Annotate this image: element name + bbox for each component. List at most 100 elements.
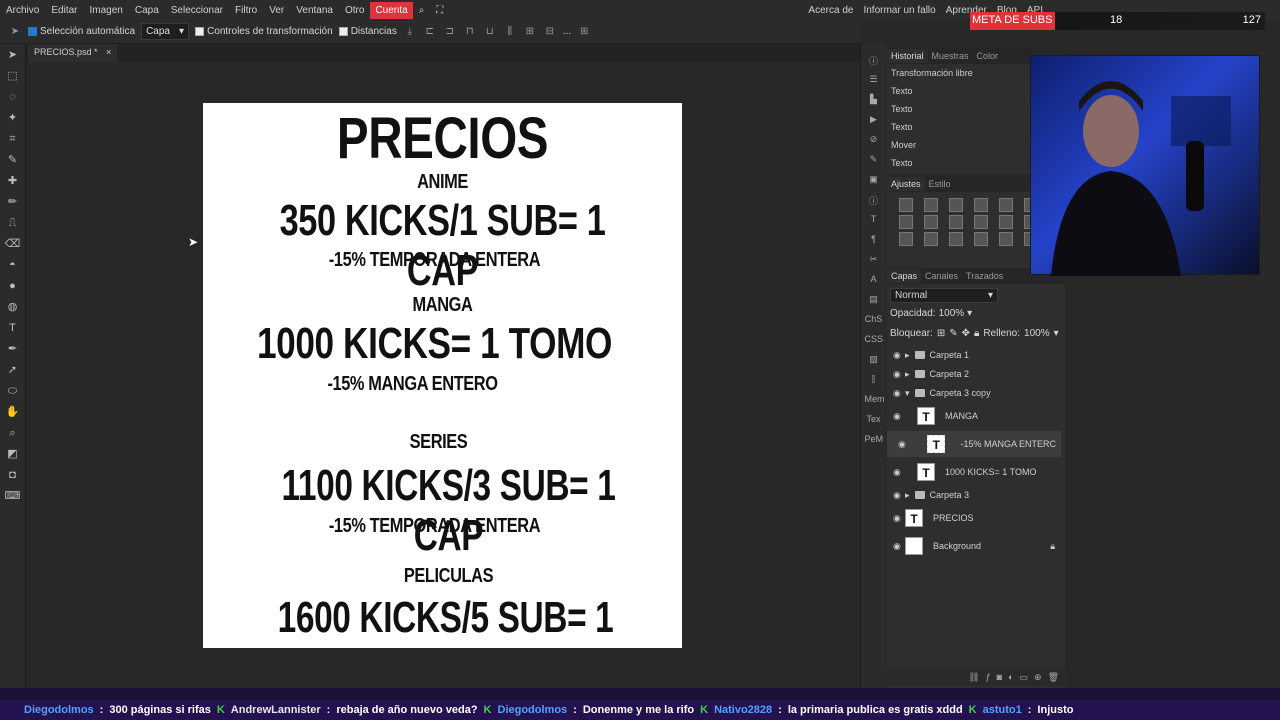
- opacity-value[interactable]: 100%: [939, 308, 965, 319]
- tab-history[interactable]: Historial: [887, 49, 928, 63]
- tab-layers[interactable]: Capas: [887, 269, 922, 283]
- vibrance-icon[interactable]: [999, 198, 1013, 212]
- path-select-icon[interactable]: ➚: [5, 363, 21, 377]
- type-tool-icon[interactable]: T: [5, 321, 21, 335]
- crop-tool-icon[interactable]: ⌗: [5, 132, 21, 146]
- layer-row[interactable]: ◉ ▸ Carpeta 2: [887, 365, 1061, 383]
- tab-adjustments[interactable]: Ajustes: [887, 177, 925, 191]
- menu-archivo[interactable]: Archivo: [0, 5, 45, 16]
- channel-mixer-icon[interactable]: [974, 215, 988, 229]
- menu-editar[interactable]: Editar: [45, 5, 83, 16]
- expand-icon[interactable]: ▸: [905, 369, 910, 380]
- invert-icon[interactable]: [999, 215, 1013, 229]
- trash-icon[interactable]: 🗑︎: [1048, 672, 1059, 683]
- menu-capa[interactable]: Capa: [129, 5, 165, 16]
- menu-about[interactable]: Acerca de: [803, 5, 858, 16]
- lock-pixels-icon[interactable]: ⊞: [937, 328, 945, 339]
- eye-icon[interactable]: ◉: [898, 439, 910, 450]
- eye-icon[interactable]: ◉: [893, 369, 905, 380]
- collapse-icon[interactable]: ▾: [905, 388, 910, 399]
- threshold-icon[interactable]: [899, 232, 913, 246]
- eye-icon[interactable]: ◉: [893, 541, 905, 552]
- keyboard-icon[interactable]: ⌨: [5, 489, 21, 503]
- healing-icon[interactable]: ✚: [5, 174, 21, 188]
- chs-label[interactable]: ChS: [865, 314, 883, 328]
- color-swatch-icon[interactable]: ◩: [5, 447, 21, 461]
- menu-ver[interactable]: Ver: [263, 5, 290, 16]
- layer-row[interactable]: ◉ T 1000 KICKS= 1 TOMO: [887, 460, 1061, 484]
- auto-select-checkbox[interactable]: Selección automática: [28, 26, 135, 37]
- info2-icon[interactable]: ⓘ: [865, 194, 883, 208]
- lock-move-icon[interactable]: ✥: [962, 328, 970, 339]
- layer-row[interactable]: ◉ Background 🔒︎: [887, 534, 1061, 558]
- menu-cuenta[interactable]: Cuenta: [370, 1, 413, 19]
- effects-icon[interactable]: ƒ: [986, 672, 991, 682]
- tab-style[interactable]: Estilo: [925, 177, 955, 191]
- brush-icon[interactable]: ✏: [5, 195, 21, 209]
- eye-icon[interactable]: ◉: [893, 388, 905, 399]
- pen-tool-icon[interactable]: ✒: [5, 342, 21, 356]
- align-icon[interactable]: ⫿: [865, 374, 883, 388]
- menu-otro[interactable]: Otro: [339, 5, 370, 16]
- search-icon[interactable]: ⌕: [413, 5, 431, 16]
- play-icon[interactable]: ▶: [865, 114, 883, 128]
- layer-select[interactable]: Capa ▾: [141, 23, 190, 40]
- document-tab[interactable]: PRECIOS.psd * ×: [28, 44, 118, 62]
- layer-row[interactable]: ◉ ▸ Carpeta 3: [887, 486, 1061, 504]
- eye-icon[interactable]: ◉: [893, 411, 905, 422]
- brush-panel-icon[interactable]: ✎: [865, 154, 883, 168]
- gradient-map-icon[interactable]: [924, 232, 938, 246]
- css-label[interactable]: CSS: [865, 334, 884, 348]
- stamp-icon[interactable]: ⎍: [5, 216, 21, 230]
- close-icon[interactable]: ×: [106, 47, 111, 57]
- distances-checkbox[interactable]: Distancias: [338, 26, 397, 37]
- fullscreen-icon[interactable]: ⛶: [430, 5, 449, 16]
- brightness-icon[interactable]: [899, 198, 913, 212]
- align-middle-icon[interactable]: ⊔: [483, 26, 497, 38]
- distribute-icon[interactable]: ⫼: [503, 26, 517, 38]
- balance-icon[interactable]: [899, 215, 913, 229]
- mask-icon[interactable]: ◙: [997, 672, 1002, 682]
- lock-brush-icon[interactable]: ✎: [949, 328, 957, 339]
- dodge-icon[interactable]: ◍: [5, 300, 21, 314]
- layers-panel-icon[interactable]: ▣: [865, 174, 883, 188]
- photo-filter-icon[interactable]: [949, 215, 963, 229]
- adjust-layer-icon[interactable]: ◐: [1008, 672, 1013, 682]
- grid-icon[interactable]: ⊞: [577, 26, 591, 38]
- levels-icon[interactable]: [924, 198, 938, 212]
- eye-icon[interactable]: ◉: [893, 513, 905, 524]
- menu-ventana[interactable]: Ventana: [290, 5, 339, 16]
- layer-row-selected[interactable]: ◉ T -15% MANGA ENTERC: [887, 431, 1061, 457]
- tab-channels[interactable]: Canales: [921, 269, 962, 283]
- menu-filtro[interactable]: Filtro: [229, 5, 263, 16]
- pem-label[interactable]: PeM: [865, 434, 884, 448]
- exposure-icon[interactable]: [974, 198, 988, 212]
- info-icon[interactable]: ⓘ: [865, 54, 883, 68]
- layer-row[interactable]: ◉ T PRECIOS: [887, 506, 1061, 530]
- mem-label[interactable]: Mem: [865, 394, 885, 408]
- menu-imagen[interactable]: Imagen: [83, 5, 128, 16]
- histogram-icon[interactable]: ▙: [865, 94, 883, 108]
- character-icon[interactable]: T: [865, 214, 883, 228]
- fill-value[interactable]: 100%: [1024, 328, 1050, 339]
- new-layer-icon[interactable]: ⊕: [1034, 672, 1042, 683]
- document-canvas[interactable]: PRECIOS ANIME 350 KICKS/1 SUB= 1 CAP -15…: [203, 103, 682, 648]
- curves-icon[interactable]: [949, 198, 963, 212]
- link-icon[interactable]: ⛓: [968, 672, 979, 683]
- tab-swatches[interactable]: Muestras: [928, 49, 973, 63]
- download-icon[interactable]: ⤓: [403, 26, 417, 38]
- blend-mode-select[interactable]: Normal ▾: [890, 288, 998, 303]
- quick-mask-icon[interactable]: ◘: [5, 468, 21, 482]
- tab-color[interactable]: Color: [973, 49, 1003, 63]
- shape-tool-icon[interactable]: ⬭: [5, 384, 21, 398]
- zoom-tool-icon[interactable]: ⌕: [5, 426, 21, 440]
- shadows-icon[interactable]: [974, 232, 988, 246]
- tab-paths[interactable]: Trazados: [962, 269, 1007, 283]
- menu-report-bug[interactable]: Informar un fallo: [858, 5, 940, 16]
- chevron-down-icon[interactable]: ▾: [967, 308, 972, 319]
- eyedropper-icon[interactable]: ✎: [5, 153, 21, 167]
- image-icon[interactable]: ▨: [865, 354, 883, 368]
- move-tool-icon[interactable]: ➤: [5, 48, 21, 62]
- glyphs-icon[interactable]: A: [865, 274, 883, 288]
- blur-icon[interactable]: ●: [5, 279, 21, 293]
